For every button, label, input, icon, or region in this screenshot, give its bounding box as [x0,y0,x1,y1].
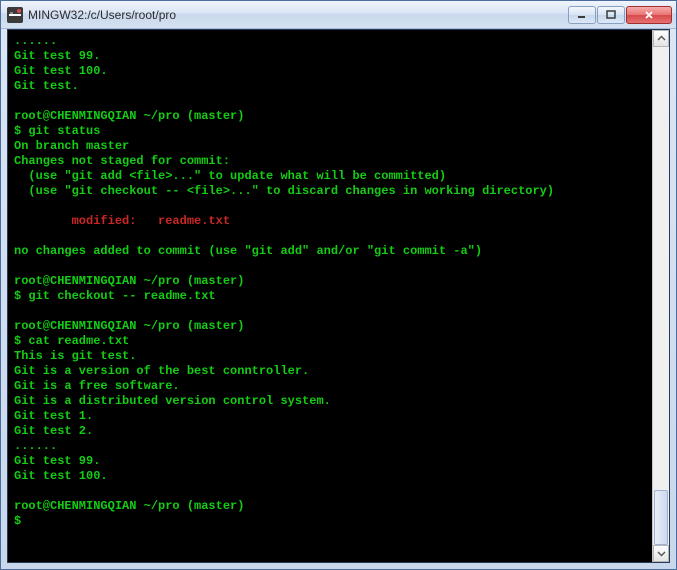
terminal-line: root@CHENMINGQIAN ~/pro (master) [14,499,646,514]
terminal-line: Changes not staged for commit: [14,154,646,169]
terminal-line: $ git checkout -- readme.txt [14,289,646,304]
terminal-line: root@CHENMINGQIAN ~/pro (master) [14,319,646,334]
terminal-line [14,259,646,274]
terminal-line: Git test 100. [14,469,646,484]
terminal-line: On branch master [14,139,646,154]
terminal-line: $ [14,514,646,529]
terminal-line: ...... [14,439,646,454]
terminal-line: modified: readme.txt [14,214,646,229]
terminal-line [14,94,646,109]
terminal-line: Git is a distributed version control sys… [14,394,646,409]
window-title: MINGW32:/c/Users/root/pro [28,8,568,22]
chevron-down-icon [657,549,666,558]
mingw-app-icon [7,7,23,23]
close-button[interactable] [626,6,672,24]
terminal-line: Git test 99. [14,49,646,64]
terminal-line [14,199,646,214]
terminal-line: (use "git checkout -- <file>..." to disc… [14,184,646,199]
terminal-line: Git test 99. [14,454,646,469]
maximize-icon [606,10,616,20]
terminal-line: $ git status [14,124,646,139]
terminal-line: Git test 1. [14,409,646,424]
maximize-button[interactable] [597,6,625,24]
terminal-line: $ cat readme.txt [14,334,646,349]
terminal-output[interactable]: ......Git test 99.Git test 100.Git test.… [8,30,652,562]
scroll-down-button[interactable] [653,545,669,562]
minimize-button[interactable] [568,6,596,24]
terminal-line: root@CHENMINGQIAN ~/pro (master) [14,109,646,124]
client-area: ......Git test 99.Git test 100.Git test.… [7,29,670,563]
terminal-line: Git is a version of the best conntroller… [14,364,646,379]
scroll-thumb[interactable] [654,490,668,545]
scroll-track[interactable] [653,47,669,545]
terminal-line: Git test 2. [14,424,646,439]
terminal-window: MINGW32:/c/Users/root/pro ......Git test… [0,0,677,570]
terminal-line [14,484,646,499]
vertical-scrollbar[interactable] [652,30,669,562]
terminal-line: This is git test. [14,349,646,364]
window-controls [568,6,672,24]
minimize-icon [577,10,587,20]
terminal-line: Git is a free software. [14,379,646,394]
scroll-up-button[interactable] [653,30,669,47]
terminal-line: Git test. [14,79,646,94]
chevron-up-icon [657,34,666,43]
terminal-line: (use "git add <file>..." to update what … [14,169,646,184]
terminal-line: no changes added to commit (use "git add… [14,244,646,259]
close-icon [644,10,654,20]
titlebar[interactable]: MINGW32:/c/Users/root/pro [1,1,676,29]
terminal-line [14,229,646,244]
terminal-line [14,304,646,319]
terminal-line: ...... [14,34,646,49]
terminal-line: root@CHENMINGQIAN ~/pro (master) [14,274,646,289]
terminal-line: Git test 100. [14,64,646,79]
